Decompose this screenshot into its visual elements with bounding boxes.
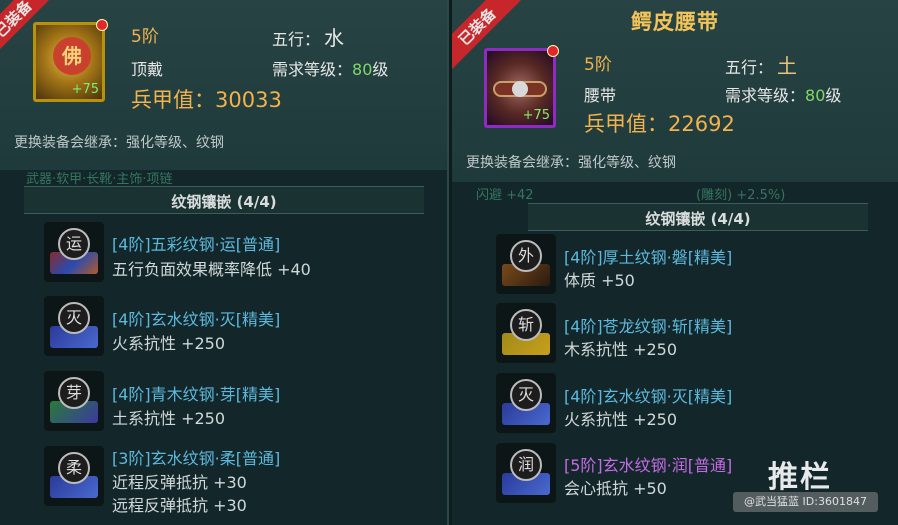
element-row: 五行：水 bbox=[272, 22, 344, 51]
gem-title: [4阶]玄水纹钢·灭[精美] bbox=[564, 387, 733, 406]
socket-section-header: 纹钢镶嵌 (4/4) bbox=[528, 203, 868, 231]
armor-label: 兵甲值： bbox=[131, 88, 215, 112]
item-tier: 5阶 bbox=[584, 55, 612, 75]
gem-title: [4阶]青木纹钢·芽[精美] bbox=[112, 385, 281, 404]
item-slot: 腰带 bbox=[584, 86, 617, 105]
gem-stat: 火系抗性 +250 bbox=[112, 334, 226, 353]
req-label: 需求等级： bbox=[725, 86, 806, 105]
armor-value-row: 兵甲值：22692 bbox=[584, 108, 735, 138]
required-level: 需求等级：80级 bbox=[725, 82, 841, 106]
gem-glyph: 斩 bbox=[510, 309, 542, 341]
required-level: 需求等级：80级 bbox=[272, 56, 388, 80]
gem-icon-zhan[interactable]: 斩 bbox=[496, 303, 556, 363]
inherit-note: 更换装备会继承：强化等级、纹钢 bbox=[14, 135, 224, 151]
gem-stat: 远程反弹抵抗 +30 bbox=[112, 496, 247, 515]
watermark-id: @武当猛蓝 ID:3601847 bbox=[733, 492, 878, 512]
socket-section-title: 纹钢镶嵌 (4/4) bbox=[645, 210, 751, 228]
scrolled-text: 闪避 +42 bbox=[476, 188, 534, 203]
item-slot: 顶戴 bbox=[131, 60, 164, 79]
gem-stat: 近程反弹抵抗 +30 bbox=[112, 473, 247, 492]
scrolled-text: 武器·软甲·长靴·主饰·项链 bbox=[26, 172, 173, 187]
left-item-tooltip: 已装备 佛 +75 5阶 五行：水 顶戴 需求等级：80级 兵甲值：30033 … bbox=[0, 0, 449, 525]
gem-glyph: 运 bbox=[58, 228, 90, 260]
element-value: 水 bbox=[324, 26, 345, 50]
item-name: 鳄皮腰带 bbox=[631, 10, 719, 34]
element-value: 土 bbox=[777, 54, 798, 78]
armor-value-row: 兵甲值：30033 bbox=[131, 84, 282, 114]
red-dot-icon bbox=[96, 19, 108, 31]
socket-section-header: 纹钢镶嵌 (4/4) bbox=[24, 186, 424, 214]
gem-stat: 木系抗性 +250 bbox=[564, 340, 678, 359]
item-tier: 5阶 bbox=[131, 27, 159, 47]
req-label: 需求等级： bbox=[272, 60, 353, 79]
gem-title: [5阶]玄水纹钢·润[普通] bbox=[564, 456, 733, 475]
belt-item-icon[interactable]: +75 bbox=[484, 45, 559, 128]
gem-icon-ya[interactable]: 芽 bbox=[44, 371, 104, 431]
enhance-level: +75 bbox=[71, 82, 99, 97]
inherit-note: 更换装备会继承：强化等级、纹钢 bbox=[466, 155, 676, 171]
element-label: 五行： bbox=[272, 30, 321, 49]
element-label: 五行： bbox=[725, 58, 774, 77]
gem-glyph: 芽 bbox=[58, 377, 90, 409]
gem-title: [4阶]玄水纹钢·灭[精美] bbox=[112, 310, 281, 329]
gem-glyph: 灭 bbox=[510, 379, 542, 411]
gem-stat: 会心抵抗 +50 bbox=[564, 479, 667, 498]
req-level-value: 80 bbox=[352, 60, 373, 79]
gem-icon-run[interactable]: 润 bbox=[496, 443, 556, 503]
gem-glyph: 灭 bbox=[58, 302, 90, 334]
gem-stat: 火系抗性 +250 bbox=[564, 410, 678, 429]
helmet-item-icon[interactable]: 佛 +75 bbox=[33, 19, 108, 102]
element-row: 五行：土 bbox=[725, 50, 797, 79]
gem-icon-mie[interactable]: 灭 bbox=[44, 296, 104, 356]
scrolled-text-right: (雕刻) +2.5%) bbox=[696, 188, 786, 203]
belt-buckle bbox=[512, 81, 528, 97]
req-unit: 级 bbox=[825, 86, 842, 105]
gem-glyph: 柔 bbox=[58, 452, 90, 484]
gem-stat: 体质 +50 bbox=[564, 271, 635, 290]
helmet-emblem-icon: 佛 bbox=[53, 37, 91, 75]
armor-value: 30033 bbox=[215, 88, 282, 112]
req-level-value: 80 bbox=[805, 86, 826, 105]
red-dot-icon bbox=[547, 45, 559, 57]
gem-icon-rou[interactable]: 柔 bbox=[44, 446, 104, 506]
socket-section-title: 纹钢镶嵌 (4/4) bbox=[171, 193, 277, 211]
gem-title: [4阶]厚土纹钢·磐[精美] bbox=[564, 248, 733, 267]
gem-glyph: 外 bbox=[510, 240, 542, 272]
req-unit: 级 bbox=[372, 60, 389, 79]
gem-icon-pan[interactable]: 外 bbox=[496, 234, 556, 294]
gem-glyph: 润 bbox=[510, 449, 542, 481]
armor-label: 兵甲值： bbox=[584, 112, 668, 136]
armor-value: 22692 bbox=[668, 112, 735, 136]
gem-stat: 五行负面效果概率降低 +40 bbox=[112, 260, 311, 279]
watermark-logo: 推栏 bbox=[768, 460, 832, 495]
gem-title: [4阶]苍龙纹钢·斩[精美] bbox=[564, 317, 733, 336]
gem-title: [3阶]玄水纹钢·柔[普通] bbox=[112, 449, 281, 468]
gem-icon-mie[interactable]: 灭 bbox=[496, 373, 556, 433]
enhance-level: +75 bbox=[522, 108, 550, 123]
gem-title: [4阶]五彩纹钢·运[普通] bbox=[112, 235, 281, 254]
gem-icon-yun[interactable]: 运 bbox=[44, 222, 104, 282]
gem-stat: 土系抗性 +250 bbox=[112, 409, 226, 428]
